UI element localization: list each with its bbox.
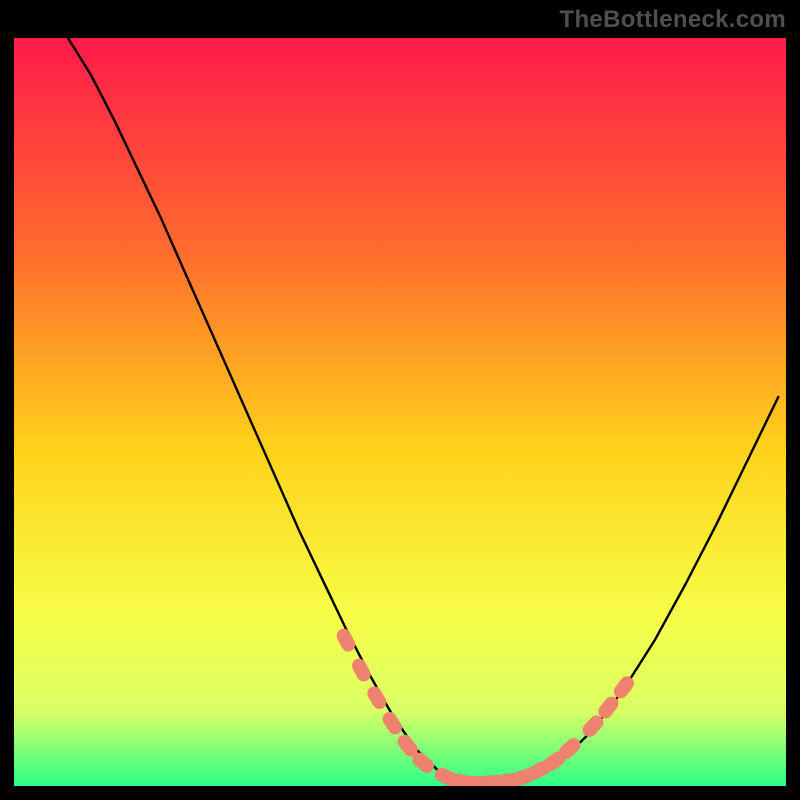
- plot-area: [14, 38, 786, 786]
- bottleneck-chart: [14, 38, 786, 786]
- watermark-text: TheBottleneck.com: [560, 6, 786, 34]
- chart-frame: TheBottleneck.com: [0, 0, 800, 800]
